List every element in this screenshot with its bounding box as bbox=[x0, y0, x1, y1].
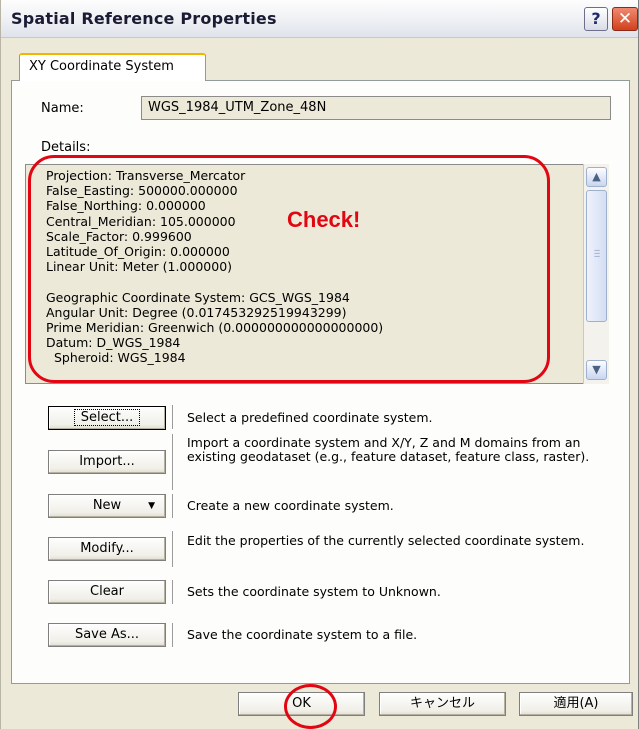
annotation-check-text: Check! bbox=[287, 207, 361, 232]
close-button[interactable]: ✕ bbox=[612, 7, 638, 31]
name-field: WGS_1984_UTM_Zone_48N bbox=[141, 96, 611, 120]
details-label: Details: bbox=[41, 140, 91, 155]
scroll-thumb[interactable]: ‒ ‒ ‒ bbox=[586, 190, 607, 322]
details-line: Latitude_Of_Origin: 0.000000 bbox=[46, 243, 230, 259]
divider bbox=[172, 434, 173, 490]
details-text: Projection: Transverse_Mercator False_Ea… bbox=[46, 168, 594, 365]
details-line: Projection: Transverse_Mercator bbox=[46, 168, 246, 183]
spatial-reference-dialog: Spatial Reference Properties ? ✕ XY Coor… bbox=[0, 0, 639, 729]
dialog-title: Spatial Reference Properties bbox=[11, 9, 277, 28]
divider bbox=[172, 580, 173, 604]
details-line: Angular Unit: Degree (0.0174532925199432… bbox=[46, 304, 347, 320]
details-line: Linear Unit: Meter (1.000000) bbox=[46, 259, 233, 275]
tab-xy-coordinate-system[interactable]: XY Coordinate System bbox=[19, 53, 206, 81]
apply-button[interactable]: 適用(A) bbox=[519, 692, 633, 716]
details-line: False_Easting: 500000.000000 bbox=[46, 183, 238, 199]
select-button-label: Select... bbox=[73, 409, 141, 426]
modify-description: Edit the properties of the currently sel… bbox=[187, 533, 585, 548]
clear-description: Sets the coordinate system to Unknown. bbox=[187, 584, 441, 599]
close-icon: ✕ bbox=[617, 9, 633, 29]
scroll-up-icon: ▲ bbox=[592, 170, 601, 183]
divider bbox=[172, 531, 173, 567]
divider bbox=[172, 405, 173, 429]
details-scrollbar[interactable]: ▲ ‒ ‒ ‒ ▼ bbox=[583, 164, 609, 384]
cancel-button[interactable]: キャンセル bbox=[379, 692, 506, 716]
help-icon: ? bbox=[591, 9, 601, 28]
save-as-description: Save the coordinate system to a file. bbox=[187, 627, 418, 642]
ok-button[interactable]: OK bbox=[238, 692, 365, 716]
new-description: Create a new coordinate system. bbox=[187, 498, 394, 513]
title-bar: Spatial Reference Properties ? ✕ bbox=[1, 0, 638, 38]
scroll-up-button[interactable]: ▲ bbox=[586, 167, 607, 187]
modify-button[interactable]: Modify... bbox=[48, 537, 166, 561]
details-line: Datum: D_WGS_1984 bbox=[46, 335, 181, 351]
details-line: Prime Meridian: Greenwich (0.00000000000… bbox=[46, 319, 384, 335]
clear-button[interactable]: Clear bbox=[48, 580, 166, 604]
scroll-down-button[interactable]: ▼ bbox=[586, 360, 607, 380]
new-button[interactable]: New ▼ bbox=[48, 494, 166, 518]
chevron-down-icon: ▼ bbox=[148, 501, 155, 511]
select-button[interactable]: Select... bbox=[48, 406, 166, 430]
details-line bbox=[46, 274, 594, 289]
import-button[interactable]: Import... bbox=[48, 450, 166, 474]
details-line: Geographic Coordinate System: GCS_WGS_19… bbox=[46, 289, 350, 305]
help-button[interactable]: ? bbox=[584, 7, 608, 31]
new-button-label: New bbox=[92, 498, 122, 513]
divider bbox=[172, 494, 173, 518]
name-label: Name: bbox=[41, 101, 84, 116]
details-line: Spheroid: WGS_1984 bbox=[46, 350, 186, 366]
import-description: Import a coordinate system and X/Y, Z an… bbox=[187, 435, 590, 464]
details-textbox[interactable]: Projection: Transverse_Mercator False_Ea… bbox=[25, 164, 609, 384]
scroll-down-icon: ▼ bbox=[592, 363, 601, 376]
save-as-button[interactable]: Save As... bbox=[48, 623, 166, 647]
select-description: Select a predefined coordinate system. bbox=[187, 410, 433, 425]
grip-icon: ‒ ‒ ‒ bbox=[593, 245, 601, 262]
divider bbox=[172, 623, 173, 647]
